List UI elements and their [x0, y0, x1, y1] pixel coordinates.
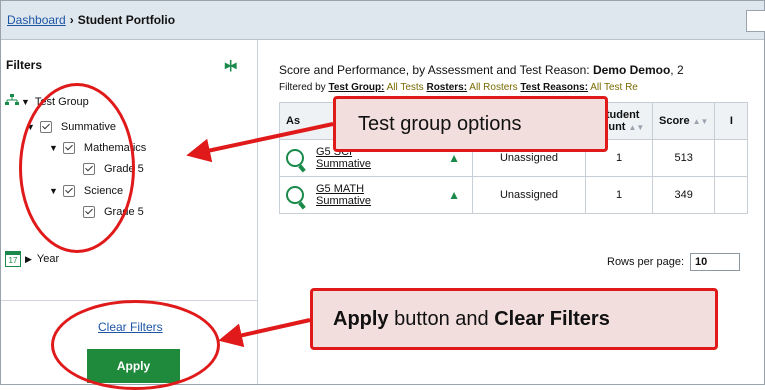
- page-header: Dashboard › Student Portfolio: [1, 1, 765, 40]
- student-count-cell: 1: [585, 176, 653, 214]
- filter-test-reasons-value: All Test Re: [588, 82, 638, 93]
- assessment-type: Summative: [316, 195, 372, 207]
- filter-test-group-value: All Tests: [384, 82, 427, 93]
- calendar-icon: 17: [5, 251, 21, 267]
- sort-icon: ▲▼: [692, 117, 709, 126]
- hierarchy-icon: [5, 94, 19, 109]
- summary-suffix: , 2: [670, 63, 684, 77]
- rows-per-page: Rows per page: 10: [607, 253, 741, 271]
- assessment-link[interactable]: G5 MATH Summative: [316, 183, 371, 207]
- assessment-type: Summative: [316, 158, 372, 170]
- col-score[interactable]: Score ▲▼: [651, 102, 716, 140]
- breadcrumb-separator: ›: [69, 13, 74, 27]
- rows-per-page-input[interactable]: 10: [690, 253, 741, 271]
- breadcrumb-current: Student Portfolio: [77, 13, 176, 27]
- col-extra-label: I: [729, 115, 733, 127]
- filter-rosters-value: All Rosters: [467, 82, 521, 93]
- col-extra: I: [714, 102, 749, 140]
- test-reason-cell: Unassigned: [472, 176, 586, 214]
- expand-triangle-icon: ▼: [21, 96, 30, 107]
- summary-prefix: Score and Performance, by Assessment and…: [279, 63, 593, 77]
- score-cell: 349: [651, 176, 716, 214]
- test-group-callout: Test group options: [333, 96, 608, 152]
- apply-callout-bold1: Apply: [333, 307, 389, 330]
- sort-icon: ▲▼: [628, 122, 645, 132]
- search-icon[interactable]: [286, 186, 304, 204]
- collapsed-triangle-icon: ▶: [25, 253, 32, 264]
- filter-test-group-label: Test Group:: [328, 82, 385, 93]
- filter-rosters-label: Rosters:: [426, 82, 468, 93]
- apply-callout-mid: button and: [388, 307, 495, 330]
- filter-test-reasons-label: Test Reasons:: [520, 82, 589, 93]
- apply-callout-bold2: Clear Filters: [494, 307, 610, 330]
- filters-title: Filters: [6, 58, 43, 72]
- apply-callout: Apply button and Clear Filters: [310, 288, 718, 350]
- col-score-label: Score: [659, 115, 690, 127]
- collapse-panel-icon[interactable]: ▸|◂: [225, 58, 236, 72]
- col-assessment-label: As: [286, 115, 301, 127]
- test-group-callout-text: Test group options: [358, 112, 522, 135]
- reorder-icon[interactable]: ▲: [448, 188, 460, 202]
- apply-highlight-ellipse: [51, 300, 220, 390]
- table-row: G5 MATH Summative ▲ Unassigned 1 349: [279, 176, 749, 214]
- rows-per-page-label: Rows per page:: [607, 256, 685, 268]
- year-label: Year: [36, 253, 60, 265]
- assessment-cell: G5 MATH Summative ▲: [279, 176, 473, 214]
- year-filter-heading[interactable]: 17 ▶ Year: [5, 251, 59, 267]
- filtered-by-label: Filtered by: [279, 82, 326, 93]
- test-group-highlight-ellipse: [19, 83, 135, 253]
- reorder-icon[interactable]: ▲: [448, 151, 460, 165]
- calendar-icon-text: 17: [8, 256, 18, 265]
- header-control[interactable]: [746, 10, 765, 32]
- summary-student-name: Demo Demoo: [592, 63, 671, 77]
- breadcrumb: Dashboard › Student Portfolio: [7, 13, 175, 27]
- breadcrumb-dashboard-link[interactable]: Dashboard: [7, 13, 66, 27]
- assessment-name: G5 MATH: [316, 183, 365, 195]
- score-cell: 513: [651, 139, 716, 177]
- filter-summary: Filtered by Test Group: All Tests Roster…: [279, 82, 638, 93]
- extra-cell: [714, 176, 749, 214]
- search-icon[interactable]: [286, 149, 304, 167]
- extra-cell: [714, 139, 749, 177]
- report-summary: Score and Performance, by Assessment and…: [279, 63, 684, 77]
